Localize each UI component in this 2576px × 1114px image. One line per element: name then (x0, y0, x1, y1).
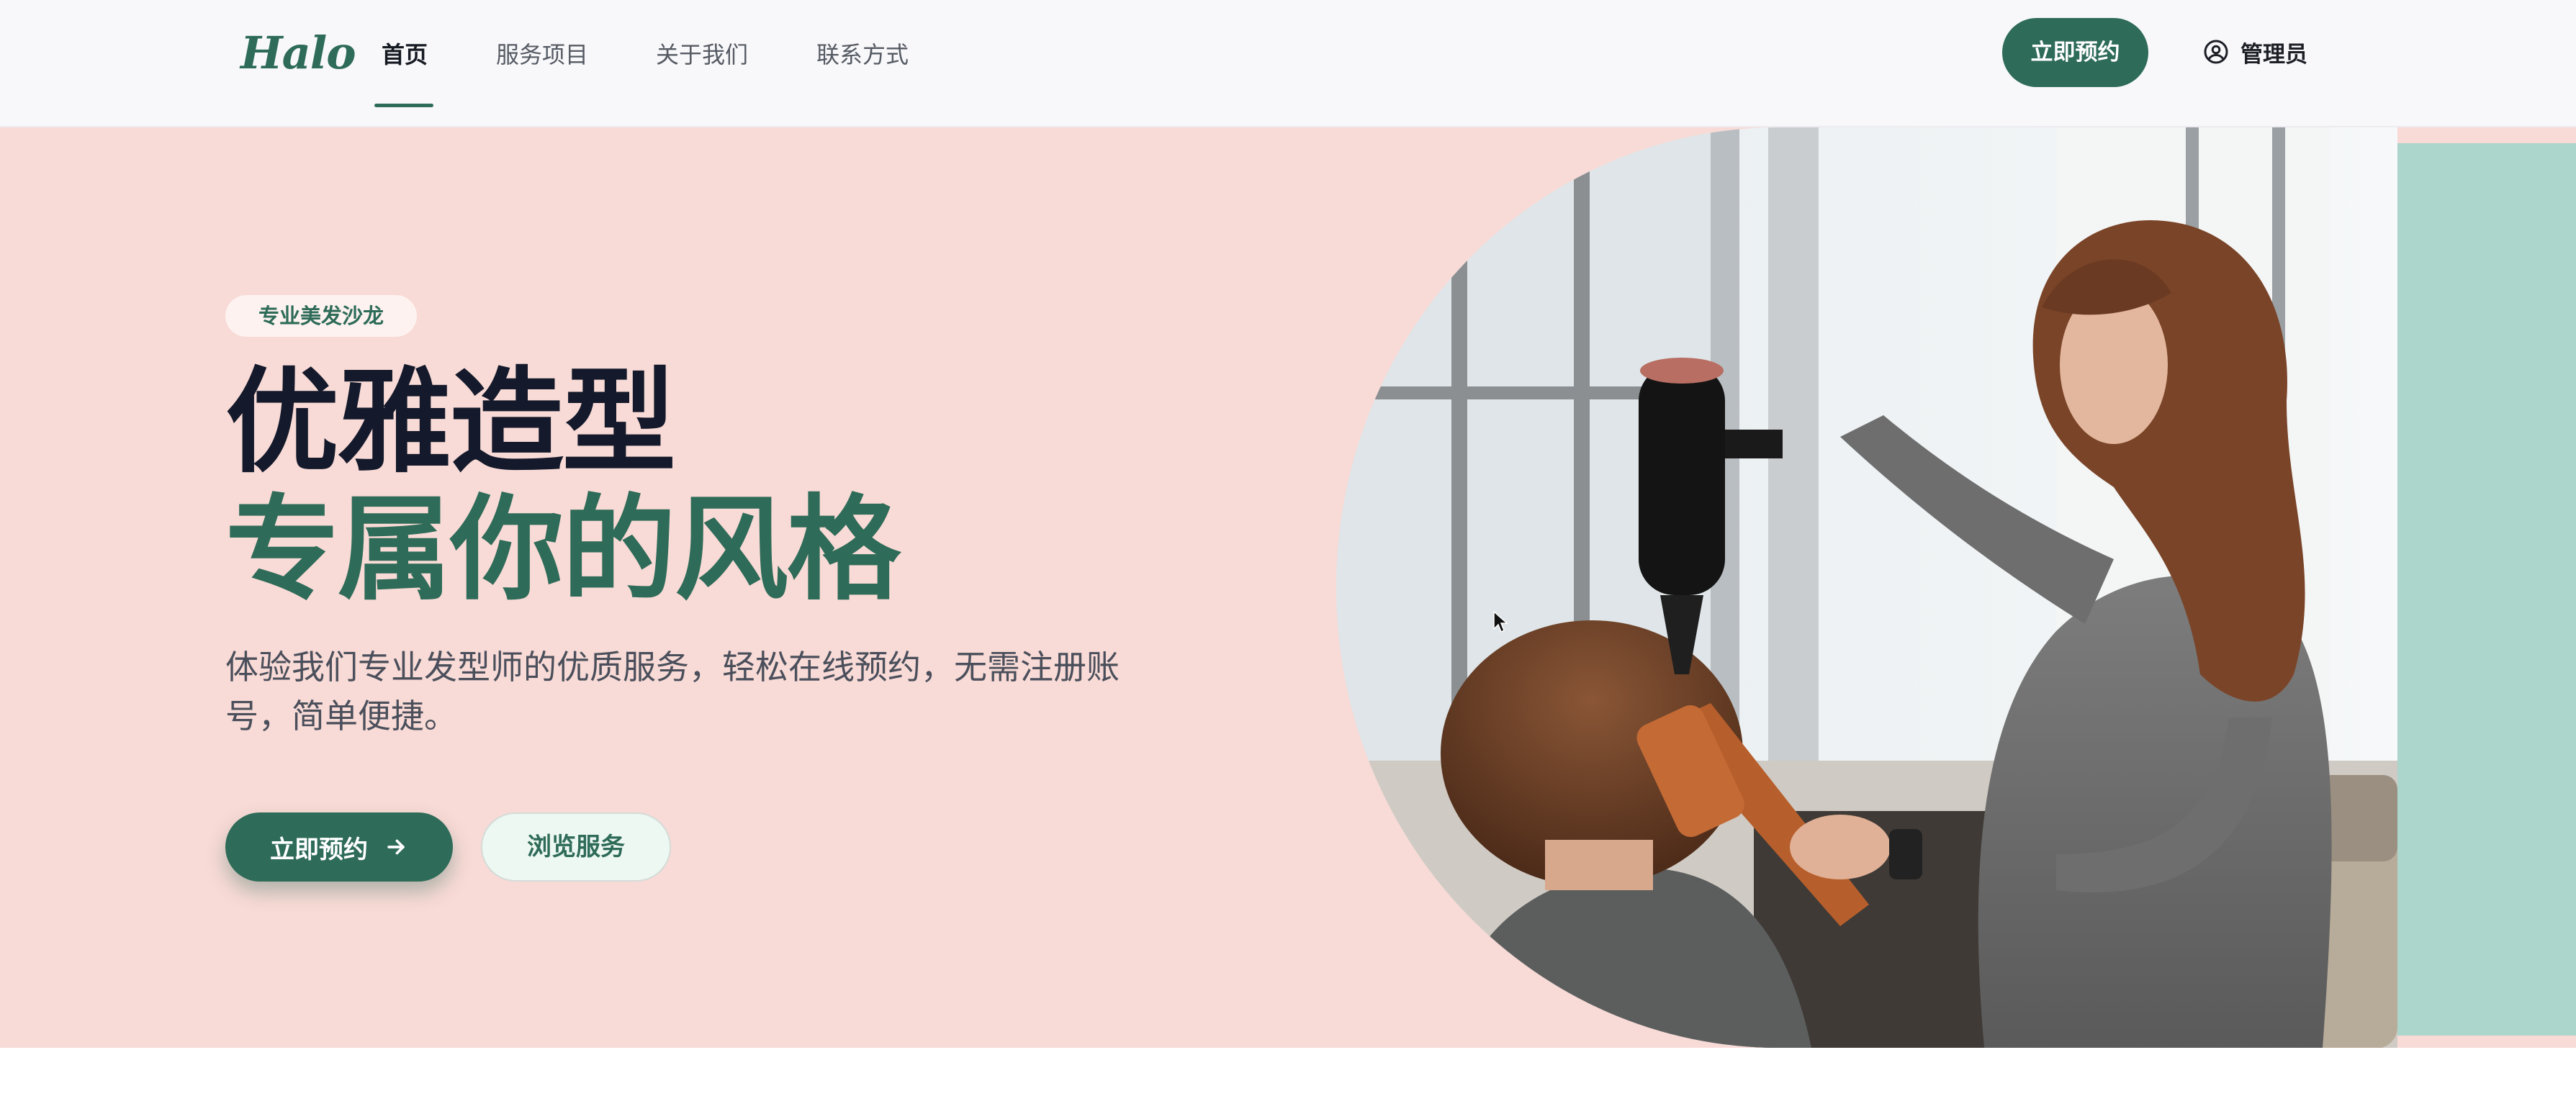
hero-description: 体验我们专业发型师的优质服务，轻松在线预约，无需注册账号，简单便捷。 (225, 648, 1120, 735)
book-now-header-button[interactable]: 立即预约 (2002, 18, 2148, 87)
admin-label: 管理员 (2241, 41, 2307, 68)
arrow-right-icon (387, 839, 405, 855)
admin-link[interactable]: 管理员 (2203, 32, 2307, 72)
browse-services-button[interactable]: 浏览服务 (481, 812, 671, 882)
site-header: Halo 首页 服务项目 关于我们 联系方式 立即预约 管理员 (0, 0, 2576, 127)
user-circle-icon (2204, 40, 2228, 64)
logo[interactable]: Halo (240, 24, 356, 82)
nav-item-services[interactable]: 服务项目 (496, 35, 588, 75)
nav-item-about[interactable]: 关于我们 (656, 35, 748, 75)
nav-item-contact[interactable]: 联系方式 (816, 35, 909, 75)
book-now-button[interactable]: 立即预约 (225, 812, 453, 882)
hero-image (1336, 127, 2397, 1048)
nav-item-home[interactable]: 首页 (382, 35, 428, 75)
mouse-cursor-icon (1493, 610, 1508, 633)
book-now-label: 立即预约 (270, 835, 368, 864)
hero-section: 专业美发沙龙 优雅造型 专属你的风格 体验我们专业发型师的优质服务，轻松在线预约… (0, 127, 2576, 1048)
hero-badge: 专业美发沙龙 (225, 295, 417, 337)
hero-title-line1: 优雅造型 (225, 356, 676, 489)
nav-active-indicator (374, 104, 433, 107)
decorative-teal-shape (2397, 143, 2576, 1036)
hero-title-line2: 专属你的风格 (225, 484, 901, 616)
